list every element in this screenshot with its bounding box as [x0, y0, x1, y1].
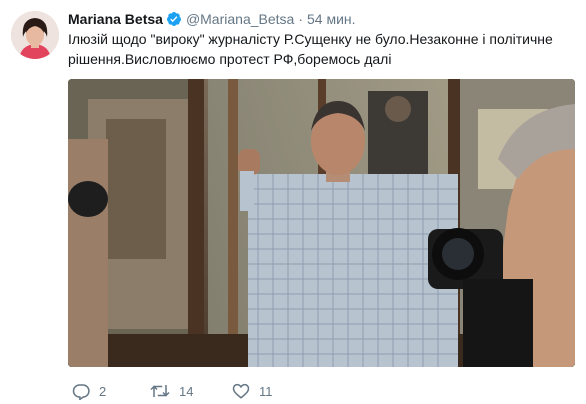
reply-icon: [72, 382, 90, 400]
timestamp[interactable]: 54 мин.: [307, 11, 356, 27]
tweet-photo[interactable]: [68, 79, 575, 367]
retweet-count: 14: [179, 383, 194, 399]
tweet-text: Ілюзій щодо "вироку" журналісту Р.Сущенк…: [68, 31, 553, 67]
author-handle[interactable]: @Mariana_Betsa: [186, 11, 294, 27]
like-icon: [232, 382, 250, 400]
avatar[interactable]: [11, 11, 59, 59]
separator-dot: ·: [298, 11, 303, 27]
retweet-icon: [150, 382, 170, 400]
reply-button[interactable]: 2: [72, 380, 106, 402]
author-name[interactable]: Mariana Betsa: [68, 11, 163, 27]
tweet-header: Mariana Betsa @Mariana_Betsa · 54 мин.: [68, 9, 356, 29]
like-button[interactable]: 11: [232, 380, 273, 402]
courtroom-photo: [68, 79, 575, 367]
like-count: 11: [259, 383, 273, 399]
retweet-button[interactable]: 14: [150, 380, 193, 402]
reply-count: 2: [99, 383, 107, 399]
tweet: Mariana Betsa @Mariana_Betsa · 54 мин. Ілюз…: [0, 0, 586, 404]
